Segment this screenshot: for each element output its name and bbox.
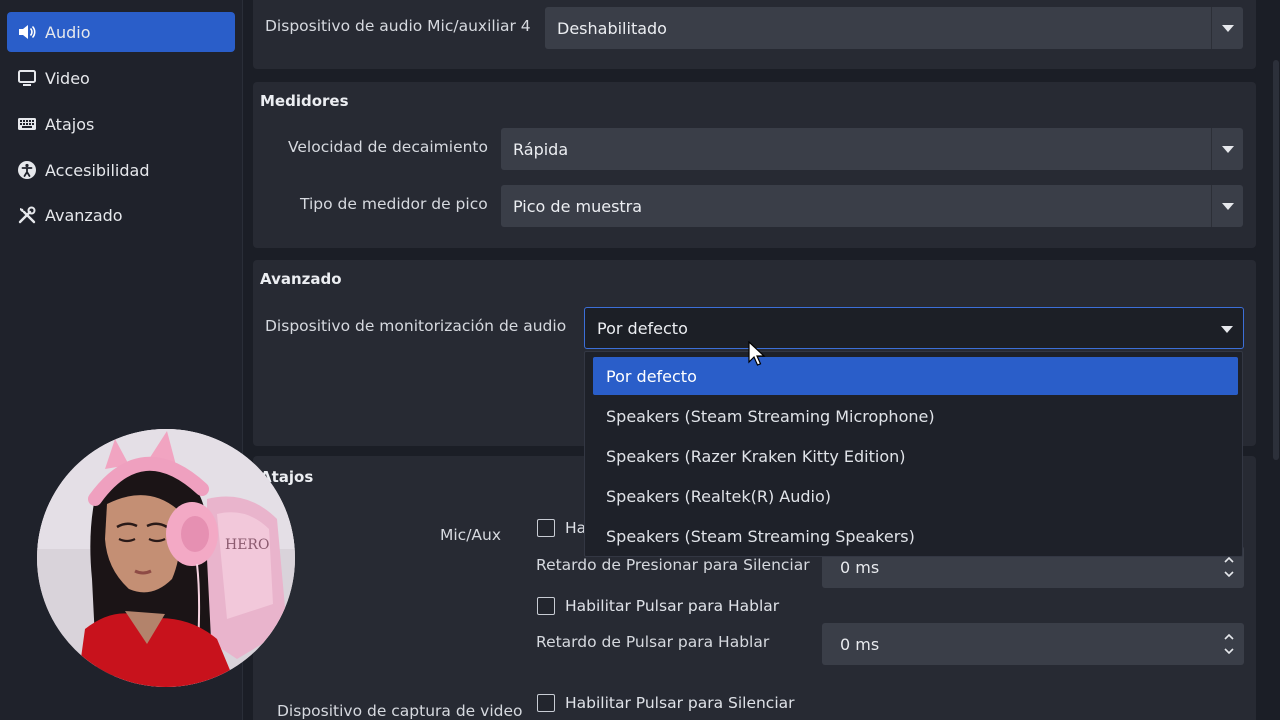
streamer-webcam-image: HERO	[37, 429, 295, 687]
sidebar-item-accesibilidad[interactable]: Accesibilidad	[7, 150, 235, 190]
checkbox-label: Ha	[565, 519, 587, 537]
mic-aux-4-label: Dispositivo de audio Mic/auxiliar 4	[265, 17, 531, 35]
dropdown-option[interactable]: Speakers (Steam Streaming Microphone)	[593, 397, 1238, 435]
checkbox-label: Habilitar Pulsar para Hablar	[565, 597, 780, 615]
ptt-delay-value: 0 ms	[840, 634, 880, 654]
chevron-down-icon	[1211, 7, 1243, 49]
peak-meter-type-select[interactable]: Pico de muestra	[501, 185, 1243, 227]
meters-title: Medidores	[260, 92, 349, 110]
advanced-title: Avanzado	[260, 270, 342, 288]
checkbox[interactable]	[537, 597, 555, 615]
tools-icon	[16, 204, 38, 226]
dropdown-option[interactable]: Speakers (Razer Kraken Kitty Edition)	[593, 437, 1238, 475]
sidebar-item-label: Avanzado	[45, 205, 123, 225]
chevron-down-icon	[1211, 185, 1243, 227]
checkbox-label: Habilitar Pulsar para Silenciar	[565, 694, 795, 712]
monitoring-device-label: Dispositivo de monitorización de audio	[265, 317, 567, 335]
chevron-up-icon[interactable]	[1224, 557, 1234, 563]
mouse-cursor-icon	[748, 341, 766, 366]
video-mute-checkbox-row[interactable]: Habilitar Pulsar para Silenciar	[537, 694, 795, 712]
ptt-delay-spinbox[interactable]: 0 ms	[822, 623, 1244, 665]
mic-aux-4-value: Deshabilitado	[557, 18, 667, 38]
decay-rate-value: Rápida	[513, 139, 569, 159]
monitor-icon	[16, 67, 38, 89]
monitoring-device-value: Por defecto	[597, 318, 688, 338]
checkbox[interactable]	[537, 694, 555, 712]
chevron-up-icon[interactable]	[1224, 634, 1234, 640]
sidebar-item-avanzado[interactable]: Avanzado	[7, 195, 235, 235]
sidebar-item-label: Accesibilidad	[45, 160, 150, 180]
sidebar-item-video[interactable]: Video	[7, 58, 235, 98]
ptt-delay-label: Retardo de Pulsar para Hablar	[536, 633, 770, 651]
mute-delay-label: Retardo de Presionar para Silenciar	[536, 556, 810, 574]
chevron-down-icon[interactable]	[1224, 571, 1234, 577]
webcam-overlay: HERO	[37, 429, 295, 687]
sidebar-item-label: Audio	[45, 22, 91, 42]
monitoring-device-dropdown: Por defecto Speakers (Steam Streaming Mi…	[584, 351, 1243, 557]
sidebar-item-audio[interactable]: Audio	[7, 12, 235, 52]
scrollbar-thumb[interactable]	[1273, 60, 1279, 460]
accessibility-icon	[16, 159, 38, 181]
mic-aux-label: Mic/Aux	[440, 526, 502, 544]
peak-meter-type-value: Pico de muestra	[513, 196, 643, 216]
mic-mute-checkbox-row[interactable]: Ha	[537, 519, 586, 537]
peak-meter-type-label: Tipo de medidor de pico	[300, 195, 488, 213]
checkbox[interactable]	[537, 519, 555, 537]
vertical-scrollbar[interactable]	[1272, 0, 1280, 720]
meters-group: Medidores Velocidad de decaimiento Rápid…	[253, 82, 1256, 248]
mute-delay-value: 0 ms	[840, 557, 880, 577]
chevron-down-icon	[1211, 308, 1243, 350]
sidebar-item-label: Video	[45, 68, 90, 88]
audio-devices-group: Dispositivo de audio Mic/auxiliar 4 Desh…	[253, 0, 1256, 69]
keyboard-icon	[16, 113, 38, 135]
svg-text:HERO: HERO	[225, 537, 269, 553]
chevron-down-icon[interactable]	[1224, 648, 1234, 654]
sidebar-item-label: Atajos	[45, 114, 95, 134]
chevron-down-icon	[1211, 128, 1243, 170]
video-capture-label: Dispositivo de captura de video	[277, 702, 523, 720]
ptt-checkbox-row[interactable]: Habilitar Pulsar para Hablar	[537, 597, 779, 615]
mic-aux-4-select[interactable]: Deshabilitado	[545, 7, 1243, 49]
dropdown-option[interactable]: Por defecto	[593, 357, 1238, 395]
sidebar-item-atajos[interactable]: Atajos	[7, 104, 235, 144]
monitoring-device-select[interactable]: Por defecto	[584, 307, 1244, 349]
dropdown-option[interactable]: Speakers (Realtek(R) Audio)	[593, 477, 1238, 515]
dropdown-option[interactable]: Speakers (Steam Streaming Speakers)	[593, 517, 1238, 555]
decay-rate-label: Velocidad de decaimiento	[288, 138, 488, 156]
decay-rate-select[interactable]: Rápida	[501, 128, 1243, 170]
speaker-icon	[16, 21, 38, 43]
